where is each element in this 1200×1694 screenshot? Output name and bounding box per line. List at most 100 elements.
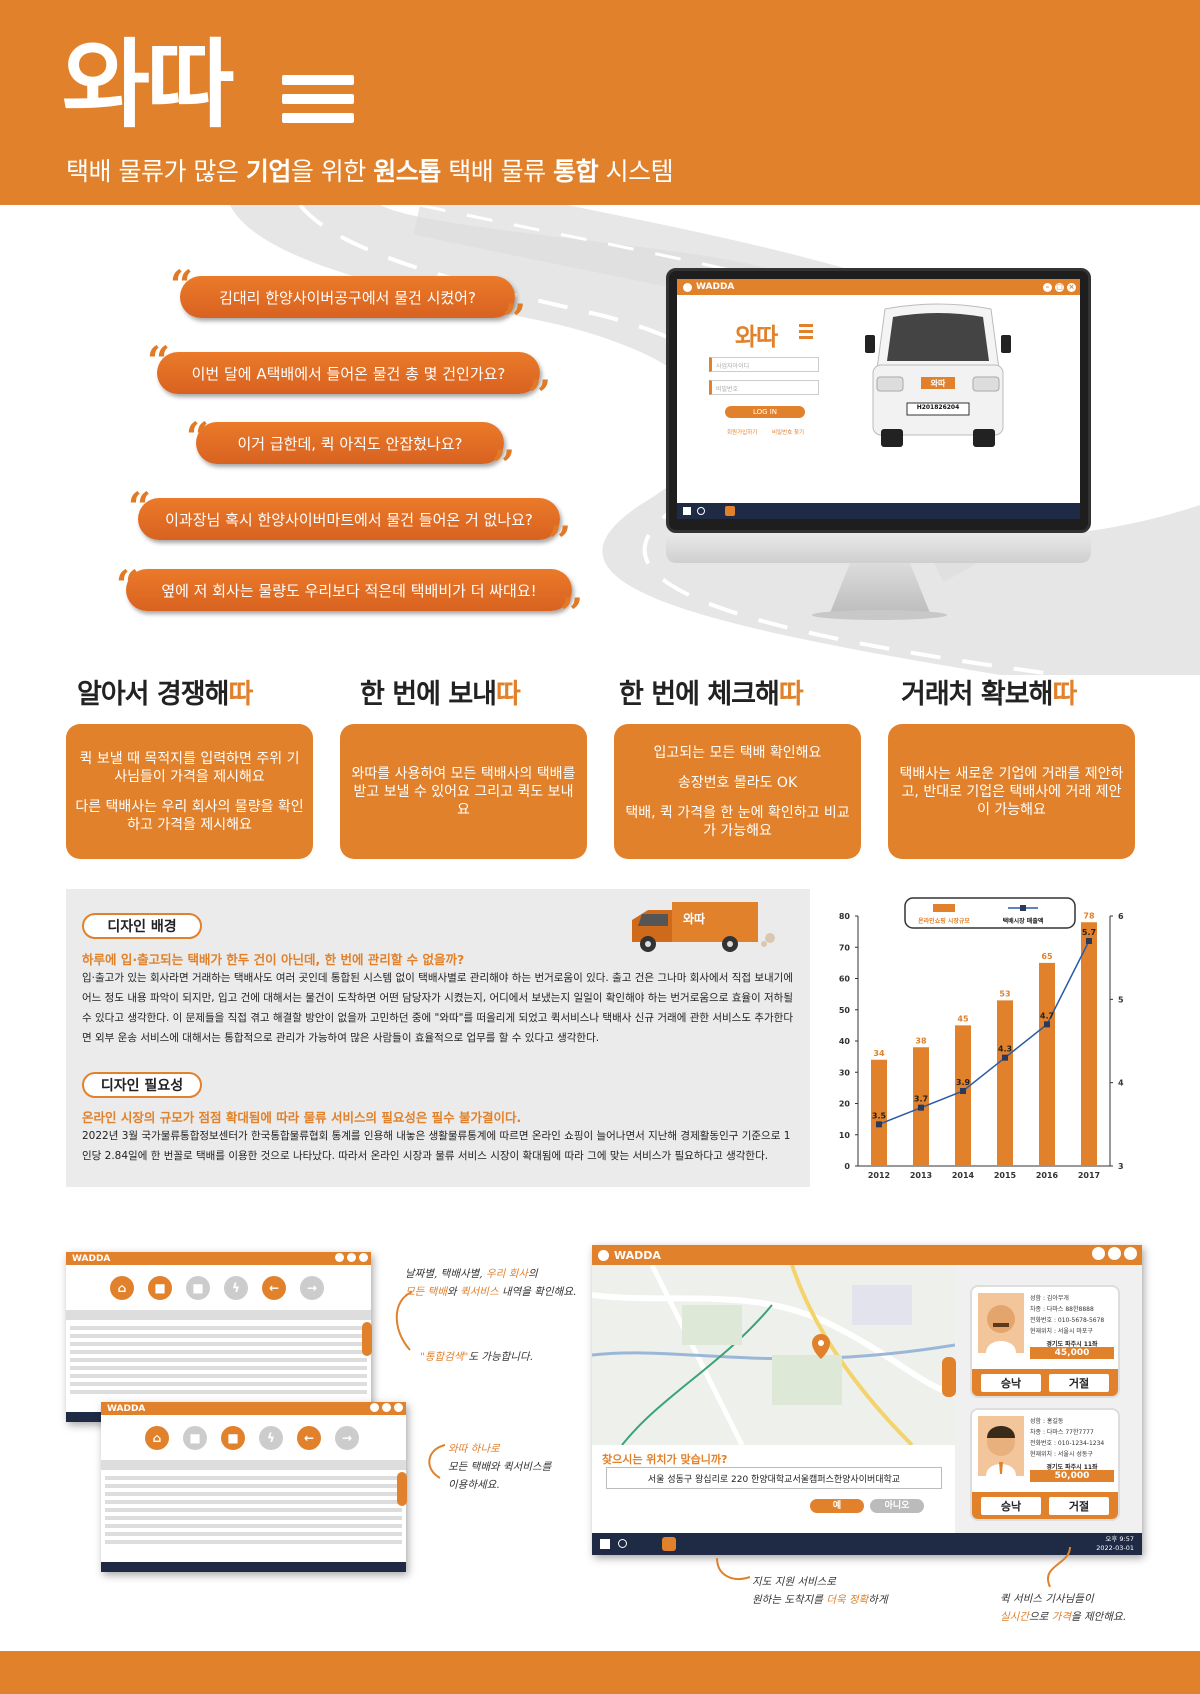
bar-data-label: 53 — [999, 989, 1010, 998]
y-tick-left: 80 — [839, 912, 851, 921]
accept-button[interactable]: 승낙 — [980, 1496, 1042, 1516]
feature-card-3: 입고되는 모든 택배 확인해요 송장번호 몰라도 OK 택배, 퀵 가격을 한 … — [614, 724, 861, 859]
y-tick-left: 10 — [839, 1131, 851, 1140]
signup-link[interactable]: 회원가입하기 — [727, 428, 757, 436]
app-icon — [683, 282, 692, 292]
minimize-icon[interactable] — [335, 1252, 344, 1262]
delivery-truck-image — [865, 303, 1011, 447]
speech-bubble-5: 옆에 저 회사는 물량도 우리보다 적은데 택배비가 더 싸대요! — [126, 569, 572, 611]
package-icon[interactable]: ■ — [148, 1276, 172, 1300]
box-icon[interactable]: ■ — [221, 1426, 245, 1450]
no-button[interactable]: 아니오 — [870, 1499, 924, 1513]
footer-bar — [0, 1651, 1200, 1694]
feature-text: 입고되는 모든 택배 확인해요 — [653, 744, 822, 761]
y-tick-right: 3 — [1118, 1162, 1124, 1171]
maximize-icon[interactable] — [347, 1252, 356, 1262]
driver-info: 성함 : 홍길동 차종 : 다마스 77한7777 전화번호 : 010-1234-… — [1030, 1418, 1105, 1458]
line-data-label: 3.9 — [956, 1078, 971, 1087]
feature-text: 송장번호 몰라도 OK — [677, 774, 798, 791]
window-titlebar: WADDA — [101, 1402, 406, 1415]
close-icon[interactable] — [1124, 1247, 1137, 1260]
line-data-label: 4.7 — [1040, 1011, 1054, 1020]
maximize-icon[interactable] — [382, 1402, 391, 1412]
app-taskbar-icon[interactable] — [662, 1537, 676, 1551]
taskbar — [677, 503, 1080, 519]
feature-text: 와따를 사용하여 모든 택배사의 택배를 받고 보낼 수 있어요 그리고 퀵도 … — [351, 765, 576, 818]
side-handle[interactable] — [397, 1472, 407, 1506]
map-view[interactable] — [592, 1265, 955, 1445]
line-point — [960, 1088, 966, 1094]
close-icon[interactable]: × — [1067, 283, 1076, 292]
line-point — [1002, 1054, 1008, 1061]
search-icon[interactable] — [618, 1539, 627, 1548]
forward-arrow-icon[interactable]: → — [300, 1276, 324, 1300]
x-tick-label: 2014 — [952, 1171, 975, 1180]
search-icon[interactable] — [697, 507, 705, 515]
app-icon — [598, 1249, 609, 1261]
y-tick-left: 60 — [839, 975, 851, 984]
speech-bubble-2: 이번 달에 A택배에서 들어온 물건 총 몇 건인가요? — [157, 352, 540, 394]
login-button[interactable]: LOG IN — [725, 406, 805, 418]
home-icon[interactable]: ⌂ — [145, 1426, 169, 1450]
side-handle[interactable] — [362, 1322, 372, 1356]
feature-text: 다른 택배사는 우리 회사의 물량을 확인하고 가격을 제시해요 — [75, 798, 304, 833]
line-point — [918, 1104, 924, 1111]
license-plate: H201826204 — [916, 404, 960, 411]
home-icon[interactable]: ⌂ — [110, 1276, 134, 1300]
feature-card-1: 퀵 보낼 때 목적지를 입력하면 주위 기사님들이 가격을 제시해요 다른 택배… — [66, 724, 313, 859]
legend-bar-swatch — [933, 904, 955, 912]
note-arrow-icon — [395, 1291, 413, 1351]
back-arrow-icon[interactable]: ← — [262, 1276, 286, 1300]
window-title: WADDA — [696, 282, 735, 292]
feature-text: 택배사는 새로운 기업에 거래를 제안하고, 반대로 기업은 택배사에 거래 제… — [899, 765, 1124, 818]
maximize-icon[interactable] — [1108, 1247, 1121, 1260]
minimize-icon[interactable]: – — [1043, 283, 1052, 292]
driver-offer-card: 성함 : 김아무개 차종 : 다마스 88한8888 전화번호 : 010-5678… — [970, 1285, 1120, 1398]
filter-bar[interactable] — [101, 1460, 406, 1470]
delivery-truck-icon — [632, 902, 775, 952]
start-icon[interactable] — [600, 1539, 610, 1549]
line-point — [1044, 1021, 1050, 1028]
legend-bar-label: 온라인쇼핑 시장규모 — [918, 917, 970, 925]
bar — [997, 1000, 1013, 1166]
delivery-table — [105, 1472, 402, 1548]
monitor-base — [812, 610, 947, 620]
address-field[interactable]: 서울 성동구 왕십리로 220 한양대학교서울캠퍼스한양사이버대학교 — [606, 1467, 942, 1489]
brand-logo: 와따 — [62, 29, 235, 141]
driver-offer-card: 성함 : 홍길동 차종 : 다마스 77한7777 전화번호 : 010-1234-… — [970, 1408, 1120, 1521]
back-arrow-icon[interactable]: ← — [297, 1426, 321, 1450]
box-icon[interactable]: ■ — [186, 1276, 210, 1300]
line-data-label: 5.7 — [1082, 928, 1096, 937]
design-background-text: 입·출고가 있는 회사라면 거래하는 택배사도 여러 곳인데 통합된 시스템 없… — [82, 972, 793, 1044]
password-input[interactable]: 비밀번호 — [709, 380, 819, 395]
find-password-link[interactable]: 비밀번호 찾기 — [772, 428, 804, 436]
reject-button[interactable]: 거절 — [1048, 1496, 1110, 1516]
maximize-icon[interactable]: □ — [1055, 283, 1064, 292]
panel-toggle-handle[interactable] — [942, 1357, 956, 1397]
filter-bar[interactable] — [66, 1310, 371, 1320]
minimize-icon[interactable] — [1092, 1247, 1105, 1260]
reject-button[interactable]: 거절 — [1048, 1373, 1110, 1393]
package-icon[interactable]: ■ — [183, 1426, 207, 1450]
quick-icon[interactable]: ϟ — [224, 1276, 248, 1300]
quick-icon[interactable]: ϟ — [259, 1426, 283, 1450]
monitor-stand — [830, 563, 930, 613]
truck-logo: 와따 — [930, 379, 946, 388]
logo-stripes-icon — [282, 75, 354, 132]
app-taskbar-icon[interactable] — [725, 506, 735, 516]
close-icon[interactable] — [359, 1252, 368, 1262]
quote-close-icon: ” — [560, 590, 584, 637]
yes-button[interactable]: 예 — [810, 1499, 864, 1513]
delivery-list-screenshot-1: WADDA ⌂ ■ ■ ϟ ← → — [66, 1252, 371, 1422]
x-tick-label: 2015 — [994, 1171, 1017, 1180]
minimize-icon[interactable] — [370, 1402, 379, 1412]
forward-arrow-icon[interactable]: → — [335, 1426, 359, 1450]
line-data-label: 4.3 — [998, 1045, 1012, 1054]
id-input[interactable]: 사업자아이디 — [709, 357, 819, 372]
truck-logo: 와따 — [683, 912, 706, 926]
quote-close-icon: ” — [528, 372, 552, 419]
start-icon[interactable] — [683, 507, 691, 515]
close-icon[interactable] — [394, 1402, 403, 1412]
desktop-monitor: WADDA – □ × 와따 사업자아이디 비밀번호 LOG IN 회원가입하기 비… — [666, 268, 1091, 533]
accept-button[interactable]: 승낙 — [980, 1373, 1042, 1393]
